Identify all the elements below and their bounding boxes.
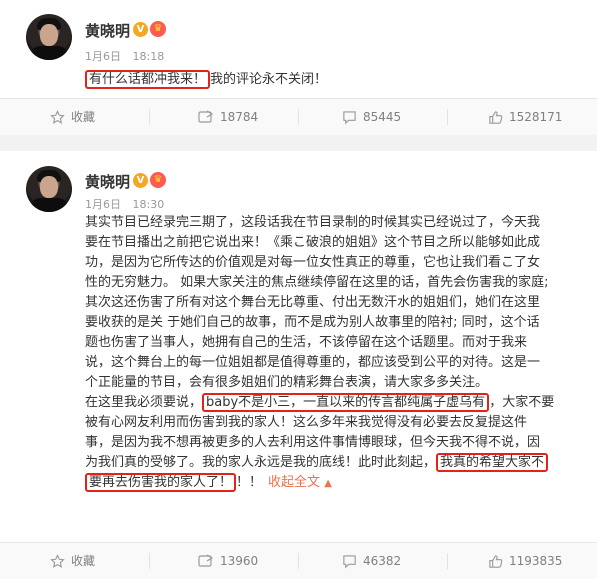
username[interactable]: 黄晓明 — [85, 171, 130, 192]
like-button[interactable]: 1193835 — [488, 543, 562, 579]
weibo-post-2: 黄晓明 V ♛ 1月6日 18:30 其实节目已经录完三期了，这段话我在节目录制… — [0, 151, 597, 579]
text-line: 其实节目已经录完三期了，这段话我在节目录制的时候其实已经说过了，今天我 — [85, 215, 541, 230]
post-timestamp[interactable]: 1月6日 18:18 — [85, 48, 164, 64]
post-date: 1月6日 — [85, 50, 121, 63]
username[interactable]: 黄晓明 — [85, 20, 130, 41]
text-line: 要在节目播出之前把它说出来！《乘こ破浪的姐姐》这个节目之所以能够如此成 — [85, 235, 541, 250]
highlighted-text: 我真的希望大家不 — [436, 453, 549, 472]
text-line: 其次这还伤害了所有对这个舞台无比尊重、付出无数汗水的姐姐们，她们在这里 — [85, 295, 541, 310]
favorite-label: 收藏 — [71, 110, 96, 124]
favorite-button[interactable]: 收藏 — [50, 99, 95, 135]
like-count: 1528171 — [509, 110, 563, 124]
post-time: 18:30 — [132, 198, 165, 211]
thumbs-up-icon — [489, 110, 503, 124]
favorite-button[interactable]: 收藏 — [50, 543, 95, 579]
verified-badge-icon: V — [133, 22, 148, 37]
comment-count: 46382 — [363, 554, 402, 568]
share-button[interactable]: 13960 — [198, 543, 258, 579]
post-timestamp[interactable]: 1月6日 18:30 — [85, 196, 164, 212]
like-button[interactable]: 1528171 — [488, 99, 562, 135]
weibo-post-1: 黄晓明 V ♛ 1月6日 18:18 有什么话都冲我来！ 我的评论永不关闭！ 收藏… — [0, 0, 597, 135]
vip-crown-icon: ♛ — [150, 21, 166, 37]
comment-button[interactable]: 46382 — [342, 543, 401, 579]
text-line: 事，是因为我不想再被更多的人去利用这件事情博眼球，但今天我不得不说，因 — [85, 435, 541, 450]
text-line: 功，是因为它所传达的价值观是对每一位女性真正的尊重，它也让我们看こ了女 — [85, 255, 541, 270]
text-line: 题也伤害了当事人，她拥有自己的生活，不该停留在这个话题里。而对于我来 — [85, 335, 528, 350]
share-button[interactable]: 18784 — [198, 99, 258, 135]
action-bar: 收藏 13960 46382 1193835 — [0, 542, 597, 579]
comment-icon — [343, 110, 356, 124]
thumbs-up-icon — [489, 554, 503, 568]
comment-icon — [343, 554, 356, 568]
collapse-link[interactable]: 收起全文 ▲ — [268, 475, 332, 490]
action-bar: 收藏 18784 85445 1528171 — [0, 98, 597, 135]
highlighted-text: baby不是小三，一直以来的传言都纯属子虚乌有 — [202, 393, 490, 412]
vip-crown-icon: ♛ — [150, 172, 166, 188]
text-line: 性的无穷魅力。 如果大家关注的焦点继续停留在这里的话，首先会伤害我的家庭; — [85, 275, 549, 290]
highlighted-text: 有什么话都冲我来！ — [85, 70, 211, 89]
text-line: 个正能量的节目，会有很多姐姐们的精彩舞台表演，请大家多多关注。 — [85, 375, 489, 390]
post-content: 有什么话都冲我来！ 我的评论永不关闭！ — [85, 70, 327, 90]
post-text: 我的评论永不关闭！ — [210, 72, 328, 87]
favorite-label: 收藏 — [71, 554, 96, 568]
text-line: 在这里我必须要说， baby不是小三，一直以来的传言都纯属子虚乌有 ，大家不要 — [85, 393, 555, 412]
star-icon — [50, 109, 65, 124]
text-line: 为我们真的受够了。我的家人永远是我的底线！此时此刻起， 我真的希望大家不 — [85, 453, 554, 473]
share-icon — [198, 554, 214, 567]
text-line: 说，这个舞台上的每一位姐姐都是值得尊重的，都应该受到公平的对待。这是一 — [85, 355, 541, 370]
share-count: 13960 — [220, 554, 259, 568]
share-icon — [198, 110, 214, 123]
like-count: 1193835 — [509, 554, 563, 568]
text-line: 要收获的是关 于她们自己的故事，而不是成为别人故事里的陪衬; 同时，这个话 — [85, 315, 540, 330]
comment-button[interactable]: 85445 — [342, 99, 401, 135]
comment-count: 85445 — [363, 110, 402, 124]
avatar[interactable] — [26, 14, 72, 60]
verified-badge-icon: V — [133, 173, 148, 188]
text-line: 被有心网友利用而伤害到我的家人！这么多年来我觉得没有必要去反复提这件 — [85, 415, 528, 430]
text-line: 要再去伤害我的家人了！！！ 收起全文 ▲ — [85, 473, 554, 494]
star-icon — [50, 553, 65, 568]
post-date: 1月6日 — [85, 198, 121, 211]
post-content: 其实节目已经录完三期了，这段话我在节目录制的时候其实已经说过了，今天我 要在节目… — [85, 213, 554, 494]
share-count: 18784 — [220, 110, 259, 124]
post-time: 18:18 — [132, 50, 165, 63]
avatar[interactable] — [26, 166, 72, 212]
collapse-caret-icon: ▲ — [324, 478, 332, 489]
highlighted-text: 要再去伤害我的家人了！ — [85, 473, 237, 492]
